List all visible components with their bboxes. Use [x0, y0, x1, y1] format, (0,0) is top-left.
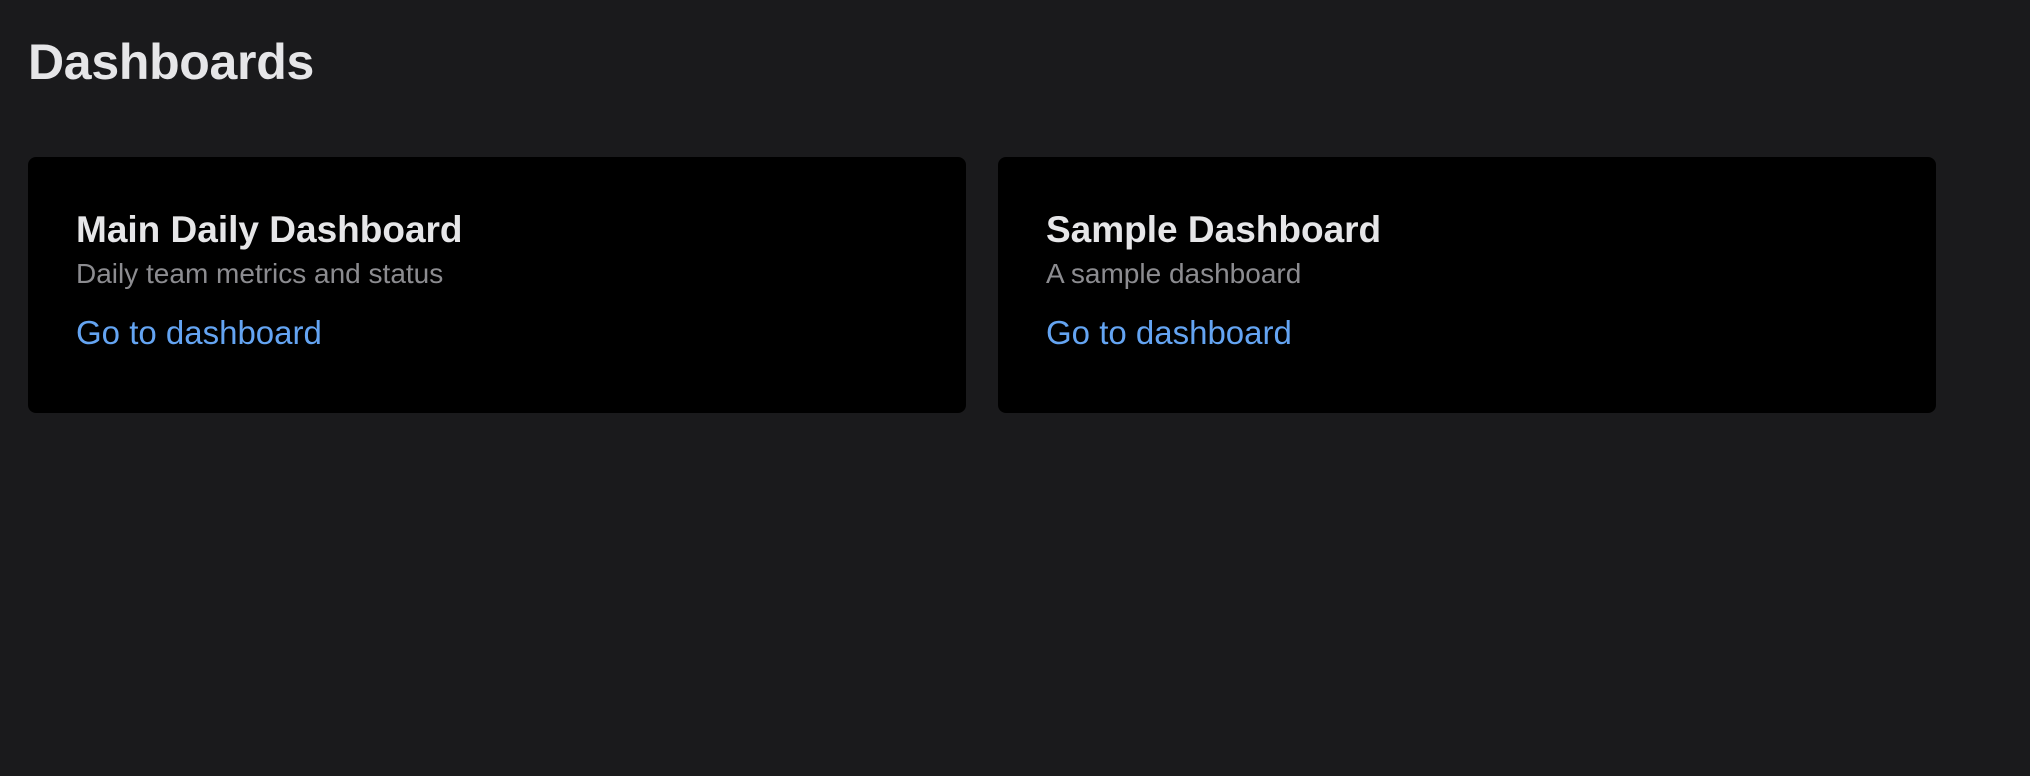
dashboard-card-main-daily: Main Daily Dashboard Daily team metrics … [28, 157, 966, 413]
dashboards-page: Dashboards Main Daily Dashboard Daily te… [0, 0, 2030, 776]
dashboard-card-sample: Sample Dashboard A sample dashboard Go t… [998, 157, 1936, 413]
dashboard-card-description: A sample dashboard [1046, 258, 1302, 289]
dashboard-card-title: Sample Dashboard [1046, 209, 1382, 250]
go-to-dashboard-link[interactable]: Go to dashboard [76, 313, 322, 353]
go-to-dashboard-link[interactable]: Go to dashboard [1046, 313, 1292, 353]
dashboard-card-grid: Main Daily Dashboard Daily team metrics … [28, 157, 2002, 413]
page-title: Dashboards [28, 34, 314, 90]
dashboard-card-title: Main Daily Dashboard [76, 209, 463, 250]
dashboard-card-description: Daily team metrics and status [76, 258, 444, 289]
